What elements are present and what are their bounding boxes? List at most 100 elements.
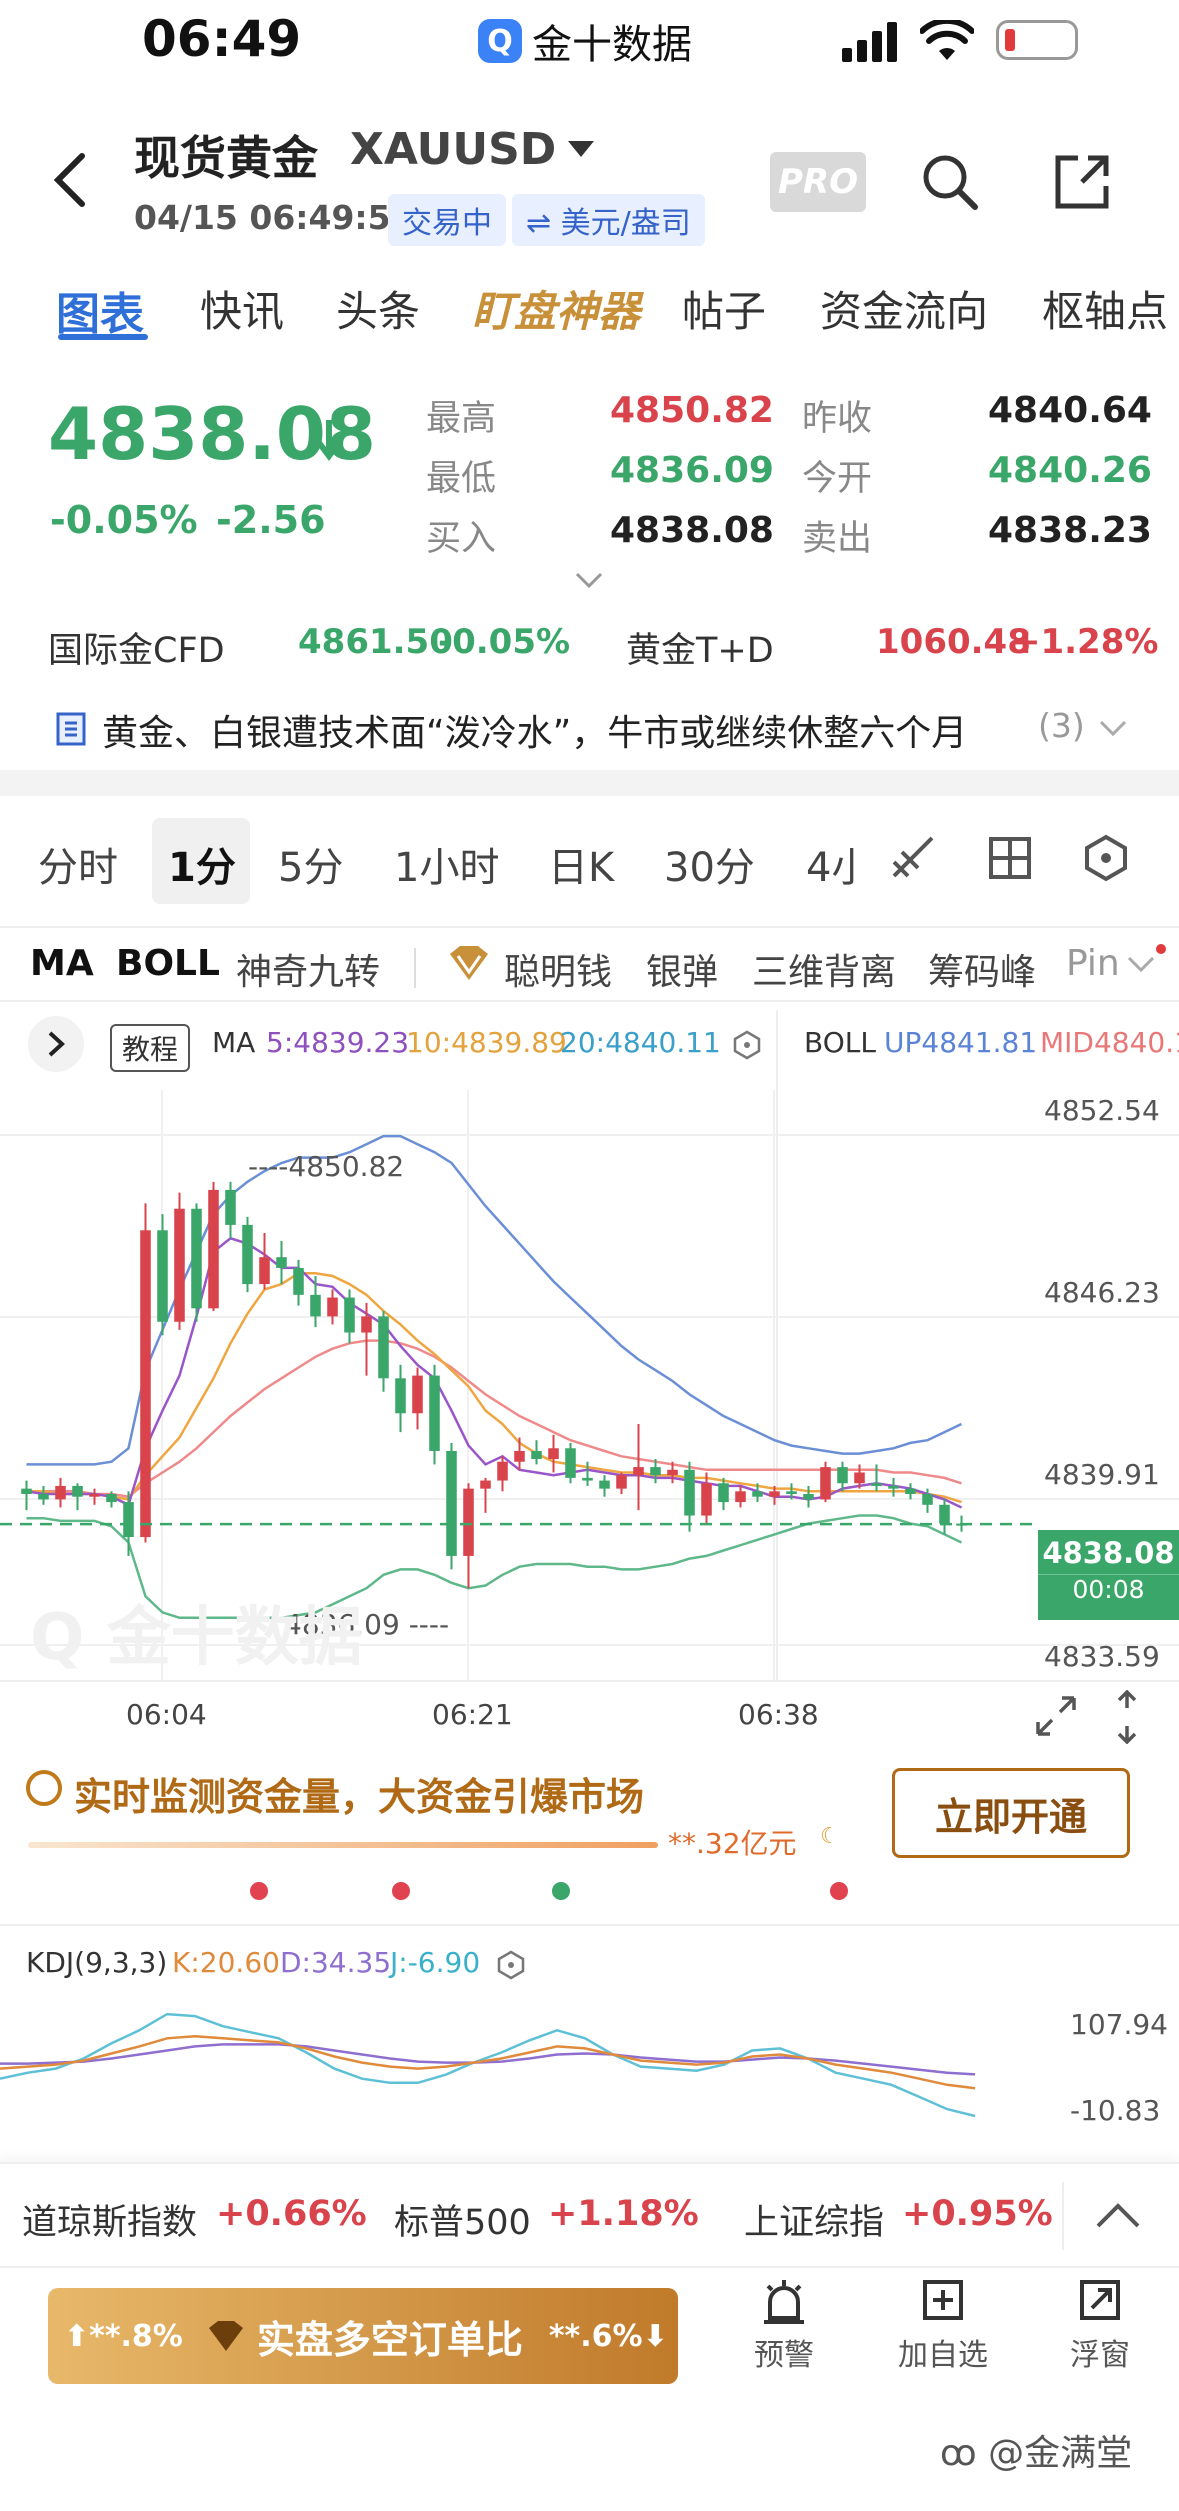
long-short-ratio-button[interactable]: ⬆**.8% 实盘多空订单比 **.6%⬇ (48, 2288, 678, 2384)
indicator-pin[interactable]: Pin (1066, 943, 1120, 984)
divider (0, 926, 1179, 928)
cfd-price: 4861.50 (298, 622, 453, 662)
indicator-chip-peak[interactable]: 筹码峰 (928, 943, 1036, 995)
candle-body (293, 1267, 304, 1295)
indicator-silver-bullet[interactable]: 银弹 (646, 943, 718, 995)
pro-button[interactable]: PRO (770, 152, 866, 212)
app-logo-icon: Q (478, 19, 522, 63)
indicator-divergence[interactable]: 三维背离 (752, 943, 896, 995)
open-label: 今开 (802, 459, 873, 499)
td-change: +1.28% (1012, 622, 1159, 662)
unit-toggle[interactable]: ⇌ 美元/盎司 (512, 194, 705, 246)
cfd-change: -0.05% (438, 622, 571, 662)
kdj-settings-icon[interactable] (496, 1950, 526, 1980)
search-icon[interactable] (920, 152, 980, 212)
candle-body (344, 1297, 355, 1333)
candle-body (361, 1316, 372, 1333)
expand-panel-button[interactable] (28, 1016, 84, 1072)
change-value: -2.56 (216, 498, 326, 542)
index-change: +0.66% (216, 2194, 367, 2234)
candle-body (429, 1375, 440, 1451)
period-4hour[interactable]: 4小 (806, 835, 856, 893)
candle-body (55, 1485, 66, 1500)
divider (0, 1680, 1179, 1682)
candle-body (837, 1467, 848, 1484)
candle-body (123, 1502, 134, 1538)
chevron-up-icon[interactable] (1094, 2200, 1142, 2230)
candle-body (939, 1504, 950, 1524)
active-tab-indicator (58, 334, 148, 340)
tab-posts[interactable]: 帖子 (682, 278, 766, 339)
expand-quote-icon[interactable] (574, 570, 604, 590)
tab-watcher[interactable]: 盯盘神器 (472, 278, 640, 339)
candle-body (752, 1491, 763, 1497)
draw-tool-icon[interactable] (888, 832, 938, 882)
period-daily[interactable]: 日K (548, 835, 614, 893)
tab-flash[interactable]: 快讯 (200, 278, 284, 339)
candle-body (922, 1494, 933, 1505)
symbol-selector[interactable]: XAUUSD (350, 124, 595, 175)
ma-label: MA (212, 1026, 256, 1059)
market-index-bar[interactable]: 道琼斯指数 +0.66% 标普500 +1.18% 上证综指 +0.95% (0, 2162, 1179, 2266)
news-icon (56, 712, 86, 746)
ma20-value: 20:4840.11 (560, 1026, 721, 1059)
float-window-button[interactable]: 浮窗 (1050, 2278, 1150, 2374)
last-price-tag: 4838.08 00:08 (1038, 1530, 1179, 1620)
indicator-td9[interactable]: 神奇九转 (236, 943, 380, 995)
tab-headlines[interactable]: 头条 (336, 278, 420, 339)
boll-mid-value: MID4840.1 (1040, 1026, 1179, 1059)
period-timeshare[interactable]: 分时 (38, 835, 118, 893)
vertical-resize-icon[interactable] (1112, 1690, 1142, 1744)
layout-grid-icon[interactable] (988, 836, 1032, 880)
alert-button[interactable]: 预警 (734, 2278, 834, 2374)
signal-icon (842, 22, 897, 62)
y-tick-label: 4846.23 (1044, 1276, 1160, 1309)
tab-fund-flow[interactable]: 资金流向 (820, 278, 988, 339)
indicator-boll[interactable]: BOLL (116, 943, 220, 984)
index-name: 标普500 (394, 2203, 531, 2243)
bid-label: 买入 (426, 519, 497, 559)
chevron-down-icon[interactable] (1126, 954, 1156, 974)
period-1hour[interactable]: 1小时 (394, 835, 499, 893)
signal-dot (392, 1882, 410, 1900)
diamond-icon (208, 2321, 243, 2351)
period-5min[interactable]: 5分 (278, 835, 343, 893)
settings-hex-icon[interactable] (1082, 834, 1130, 882)
divider (0, 1924, 1179, 1926)
activate-button[interactable]: 立即开通 (892, 1768, 1130, 1858)
td-name[interactable]: 黄金T+D (626, 622, 774, 673)
cfd-name[interactable]: 国际金CFD (48, 622, 225, 673)
share-icon[interactable] (1052, 152, 1112, 212)
fullscreen-icon[interactable] (1034, 1694, 1078, 1738)
wifi-icon (920, 20, 974, 60)
news-ticker[interactable]: 黄金、白银遭技术面“泼冷水”，牛市或继续休整六个月 (3) (50, 702, 1150, 762)
high-label: 最高 (426, 399, 497, 439)
section-divider (0, 770, 1179, 796)
tab-pivot[interactable]: 枢轴点 (1042, 278, 1168, 339)
low-value: 4836.09 (610, 450, 774, 491)
period-1min[interactable]: 1分 (168, 835, 236, 893)
indicator-smart-money[interactable]: 聪明钱 (504, 943, 612, 995)
candle-body (888, 1485, 899, 1489)
y-tick-label: 4852.54 (1044, 1094, 1160, 1127)
chevron-right-icon (48, 1031, 65, 1057)
diamond-icon (450, 946, 488, 980)
back-icon[interactable] (50, 150, 90, 210)
divider (0, 1000, 1179, 1002)
high-value: 4850.82 (610, 390, 774, 431)
add-watchlist-button[interactable]: 加自选 (888, 2278, 998, 2374)
tab-chart[interactable]: 图表 (56, 278, 144, 342)
ask-label: 卖出 (802, 519, 873, 559)
promo-progress (28, 1842, 658, 1848)
promo-banner[interactable]: 实时监测资金量，大资金引爆市场 **.32亿元 ☾ 立即开通 (0, 1752, 1179, 1924)
chevron-down-icon (1099, 720, 1127, 737)
candle-body (650, 1467, 661, 1476)
tutorial-button[interactable]: 教程 (110, 1024, 191, 1072)
period-30min[interactable]: 30分 (664, 835, 755, 893)
divider (1062, 2182, 1064, 2250)
indicator-ma[interactable]: MA (30, 943, 94, 984)
ma-settings-icon[interactable] (732, 1030, 762, 1060)
candle-body (446, 1450, 457, 1556)
candle-body (106, 1494, 117, 1503)
kdj-chart[interactable] (0, 1990, 1179, 2130)
